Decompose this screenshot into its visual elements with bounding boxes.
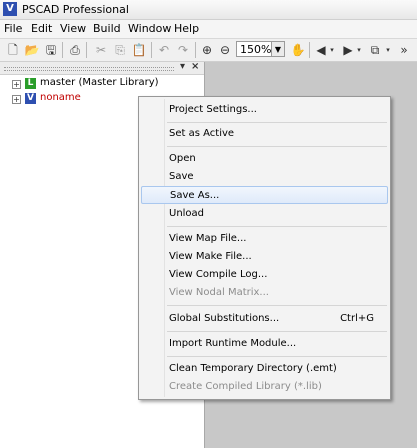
forward-dropdown-icon[interactable]: ▾ [355,42,363,58]
menu-window[interactable]: Window [128,22,171,35]
window-dropdown-icon[interactable]: ▾ [384,42,392,58]
menu-item-create-compiled-library[interactable]: Create Compiled Library (*.lib) [141,378,388,396]
panel-menu-icon[interactable]: ▾ [180,61,185,72]
open-folder-icon[interactable]: 📂 [24,42,40,58]
menu-item-view-make-file[interactable]: View Make File... [141,248,388,266]
window-title: PSCAD Professional [22,3,129,16]
menu-separator [167,356,387,357]
menu-separator [167,331,387,332]
copy-icon[interactable]: ⎘ [112,42,128,58]
menu-item-save[interactable]: Save [141,168,388,186]
menu-item-label: Open [169,153,196,164]
close-icon[interactable]: × [191,61,199,72]
menu-item-open[interactable]: Open [141,150,388,168]
save-icon[interactable]: 🖫 [43,42,59,58]
print-icon[interactable]: ⎙ [67,42,83,58]
redo-icon[interactable]: ↷ [175,42,191,58]
menu-item-shortcut: Ctrl+G [340,313,374,324]
menu-build[interactable]: Build [93,22,121,35]
zoom-in-icon[interactable]: ⊕ [199,42,215,58]
zoom-level-select[interactable]: 150% [236,41,272,57]
menu-item-unload[interactable]: Unload [141,205,388,223]
menu-item-label: Create Compiled Library (*.lib) [169,381,322,392]
menu-item-global-substitutions[interactable]: Global Substitutions... Ctrl+G [141,310,388,328]
menu-item-set-as-active[interactable]: Set as Active [141,125,388,143]
menu-item-label: Set as Active [169,128,235,139]
toolbar-separator [151,42,152,58]
panel-header: ▾ × [0,61,204,75]
menu-item-import-runtime-module[interactable]: Import Runtime Module... [141,335,388,353]
new-file-icon[interactable]: 🗋 [5,42,21,58]
toolbar-separator [195,42,196,58]
menu-separator [167,146,387,147]
toolbar-separator [309,42,310,58]
menu-item-label: Global Substitutions... [169,313,280,324]
undo-icon[interactable]: ↶ [156,42,172,58]
overflow-icon[interactable]: » [396,42,412,58]
toolbar: 🗋 📂 🖫 ⎙ ✂ ⎘ 📋 ↶ ↷ ⊕ ⊖ ✋ ◀ ▾ ▶ ▾ ⧉ ▾ » [0,39,417,62]
menu-view[interactable]: View [60,22,86,35]
panel-grip[interactable] [4,67,174,71]
pscad-app-icon[interactable]: Ⅴ [3,2,17,16]
menu-edit[interactable]: Edit [31,22,52,35]
forward-icon[interactable]: ▶ [340,42,356,58]
toolbar-separator [62,42,63,58]
toolbar-separator [86,42,87,58]
paste-icon[interactable]: 📋 [131,42,147,58]
back-dropdown-icon[interactable]: ▾ [328,42,336,58]
chevron-down-icon[interactable]: ▼ [272,41,285,57]
menu-item-label: Import Runtime Module... [169,338,297,349]
menu-item-label: Project Settings... [169,104,257,115]
menu-item-label: Unload [169,208,205,219]
library-icon: L [25,78,36,89]
menu-item-label: View Nodal Matrix... [169,287,269,298]
tree-item-label: master (Master Library) [40,77,159,88]
menu-separator [167,305,387,306]
menu-item-save-as[interactable]: Save As... [141,186,388,204]
menu-item-label: View Map File... [169,233,247,244]
menu-bar: File Edit View Build Window Help [0,20,417,39]
menu-item-label: Save [169,171,194,182]
project-icon: Ⅴ [25,93,36,104]
menu-item-clean-temporary-directory[interactable]: Clean Temporary Directory (.emt) [141,360,388,378]
menu-item-view-nodal-matrix[interactable]: View Nodal Matrix... [141,284,388,302]
title-bar: Ⅴ PSCAD Professional [0,0,417,20]
menu-item-label: Clean Temporary Directory (.emt) [169,363,337,374]
menu-item-label: View Compile Log... [169,269,268,280]
zoom-out-icon[interactable]: ⊖ [217,42,233,58]
tree-item-label: noname [40,92,81,103]
expand-icon[interactable]: + [12,80,21,89]
menu-file[interactable]: File [4,22,22,35]
cut-icon[interactable]: ✂ [93,42,109,58]
menu-separator [167,226,387,227]
window-icon[interactable]: ⧉ [367,42,383,58]
back-icon[interactable]: ◀ [313,42,329,58]
menu-help[interactable]: Help [174,22,199,35]
menu-separator [167,122,387,123]
menu-item-project-settings[interactable]: Project Settings... [141,101,388,119]
pan-hand-icon[interactable]: ✋ [290,42,306,58]
context-menu: Project Settings... Set as Active Open S… [138,96,391,400]
menu-item-label: Save As... [170,190,220,201]
menu-item-label: View Make File... [169,251,252,262]
menu-item-view-compile-log[interactable]: View Compile Log... [141,266,388,284]
menu-item-view-map-file[interactable]: View Map File... [141,230,388,248]
expand-icon[interactable]: + [12,95,21,104]
